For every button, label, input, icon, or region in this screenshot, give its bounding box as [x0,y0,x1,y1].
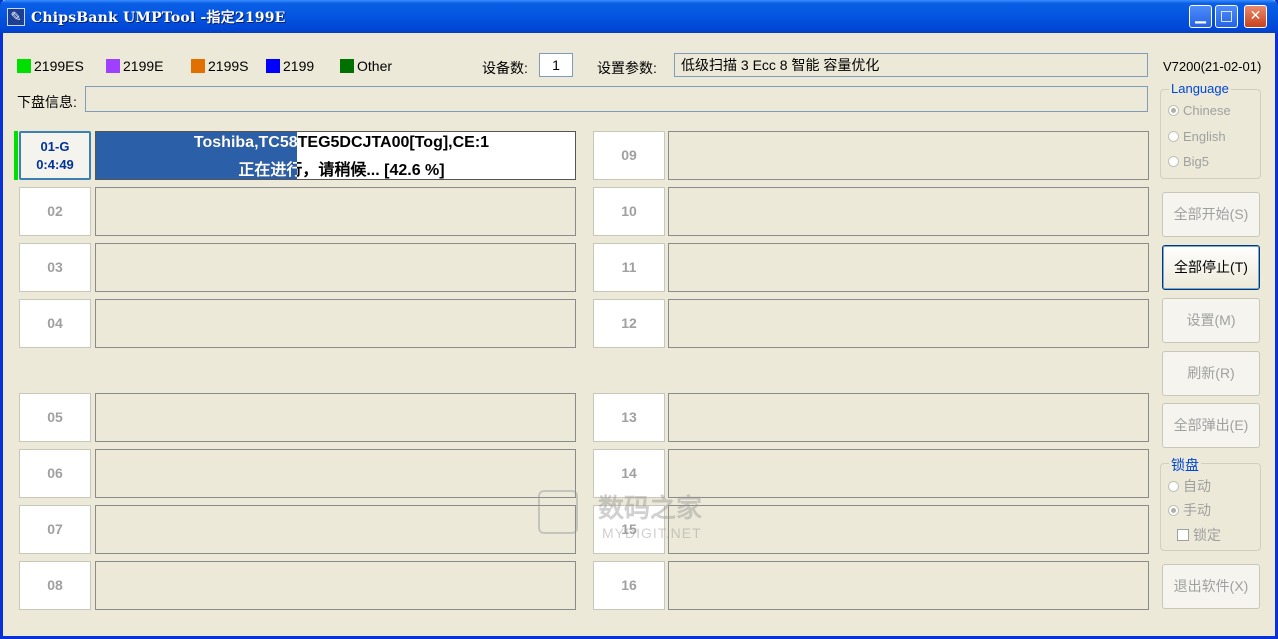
language-chinese-radio[interactable]: Chinese [1168,103,1231,118]
slot-11-status [668,243,1149,292]
legend-swatch [191,59,205,73]
slot-id: 01-G [40,139,70,154]
slot-11-button[interactable]: 11 [593,243,665,292]
legend-label: 2199S [208,58,249,74]
slot-04-status [95,299,576,348]
language-big5-radio[interactable]: Big5 [1168,154,1209,169]
settings-label: 设置参数: [597,60,657,76]
legend-item-2199e: 2199E [106,58,163,74]
slot-07-status [95,505,576,554]
slot-03-status [95,243,576,292]
device-count-field: 1 [539,53,573,77]
slot-06-button[interactable]: 06 [19,449,91,498]
lock-group-title: 锁盘 [1169,455,1201,475]
eject-all-button[interactable]: 全部弹出(E) [1162,403,1260,448]
slot-09-button[interactable]: 09 [593,131,665,180]
chipsbank-logo-icon[interactable]: ✎ [7,8,25,26]
slot-06-status [95,449,576,498]
slot-03-button[interactable]: 03 [19,243,91,292]
legend-label: Other [357,58,393,74]
exit-button[interactable]: 退出软件(X) [1162,564,1260,609]
slot-07-button[interactable]: 07 [19,505,91,554]
slot-13-button[interactable]: 13 [593,393,665,442]
slot-14-status [668,449,1149,498]
checkbox-icon [1177,529,1189,541]
legend-swatch [17,59,31,73]
legend-label: 2199E [123,58,164,74]
refresh-button[interactable]: 刷新(R) [1162,351,1260,396]
progress-text-light: Toshiba,TC58TEG5DCJTA00[Tog],CE:1 正在进行，请… [96,132,297,179]
slot-12-button[interactable]: 12 [593,299,665,348]
radio-icon [1168,480,1179,492]
watermark-main: 数码之家 [598,493,703,523]
legend-item-2199: 2199 [266,58,314,74]
slot-12-status [668,299,1149,348]
legend-item-2199s: 2199S [191,58,248,74]
slot-16-button[interactable]: 16 [593,561,665,610]
minimize-button[interactable]: ▁ [1189,5,1212,28]
watermark: 数码之家 MYDIGIT.NET [538,488,703,541]
language-english-radio[interactable]: English [1168,129,1226,144]
settings-field: 低级扫描 3 Ecc 8 智能 容量优化 [674,53,1148,77]
legend-swatch [266,59,280,73]
slot-01-progress: Toshiba,TC58TEG5DCJTA00[Tog],CE:1 正在进行，请… [95,131,576,180]
slot-08-status [95,561,576,610]
lock-checkbox[interactable]: 锁定 [1177,525,1221,545]
stop-all-button[interactable]: 全部停止(T) [1162,245,1260,290]
slot-02-status [95,187,576,236]
checkbox-label: 锁定 [1193,527,1221,543]
house-logo-icon [538,490,578,534]
title-bar[interactable]: ✎ ChipsBank UMPTool -指定2199E ▁ □ ✕ [0,0,1278,33]
slot-09-status [668,131,1149,180]
slot-08-button[interactable]: 08 [19,561,91,610]
radio-label: 手动 [1183,502,1211,518]
slot-02-button[interactable]: 02 [19,187,91,236]
radio-label: Chinese [1183,103,1231,118]
slot-10-button[interactable]: 10 [593,187,665,236]
disk-info-label: 下盘信息: [17,94,77,110]
slot-status-bar [14,131,18,180]
radio-icon [1168,105,1179,116]
slot-elapsed-time: 0:4:49 [36,157,74,172]
slot-15-status [668,505,1149,554]
slot-10-status [668,187,1149,236]
watermark-sub: MYDIGIT.NET [602,525,702,541]
settings-button[interactable]: 设置(M) [1162,298,1260,343]
window-title: ChipsBank UMPTool -指定2199E [31,10,286,26]
slot-13-status [668,393,1149,442]
legend-item-2199es: 2199ES [17,58,84,74]
radio-label: Big5 [1183,154,1210,169]
slot-01-button[interactable]: 01-G 0:4:49 [14,131,91,180]
close-button[interactable]: ✕ [1244,5,1267,28]
legend-label: 2199ES [34,58,84,74]
lock-manual-radio[interactable]: 手动 [1168,500,1211,520]
legend-item-other: Other [340,58,392,74]
start-all-button[interactable]: 全部开始(S) [1162,192,1260,237]
progress-status: 正在进行，请稍候... [42.6 %] [238,162,297,179]
progress-chip-info: Toshiba,TC58TEG5DCJTA00[Tog],CE:1 [193,134,298,151]
slot-05-button[interactable]: 05 [19,393,91,442]
slot-16-status [668,561,1149,610]
slot-05-status [95,393,576,442]
radio-label: 自动 [1183,478,1211,494]
radio-icon [1168,156,1179,167]
legend-label: 2199 [283,58,315,74]
slot-04-button[interactable]: 04 [19,299,91,348]
legend-swatch [106,59,120,73]
legend-swatch [340,59,354,73]
version-label: V7200(21-02-01) [1163,59,1262,74]
maximize-button[interactable]: □ [1215,5,1238,28]
slot-01-id[interactable]: 01-G 0:4:49 [19,131,91,180]
radio-icon [1168,504,1179,516]
radio-label: English [1183,129,1226,144]
radio-icon [1168,131,1179,142]
disk-info-field [85,86,1148,112]
language-group-title: Language [1169,81,1231,96]
lock-auto-radio[interactable]: 自动 [1168,476,1211,496]
device-count-label: 设备数: [482,60,528,76]
